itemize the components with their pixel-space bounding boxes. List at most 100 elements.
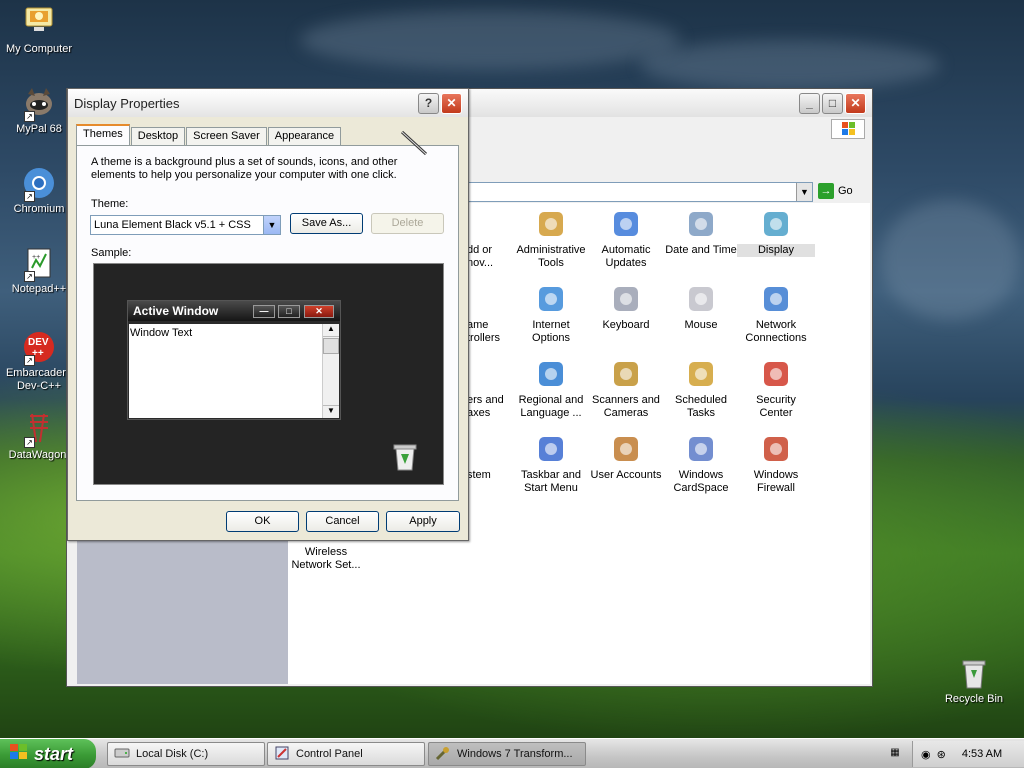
- control-panel-item-label: Date and Time: [665, 244, 737, 256]
- control-panel-item-label: Internet Options: [532, 319, 570, 344]
- control-panel-item[interactable]: Mouse: [662, 283, 740, 332]
- control-panel-item[interactable]: Windows Firewall: [737, 433, 815, 495]
- control-panel-item-label: Mouse: [684, 319, 718, 331]
- desktop-icon-recycle-bin[interactable]: Recycle Bin: [934, 656, 1014, 706]
- control-panel-item-label: Scanners and Cameras: [592, 394, 660, 419]
- control-panel-item[interactable]: Internet Options: [512, 283, 590, 345]
- chevron-down-icon[interactable]: ▼: [263, 216, 280, 234]
- security-icon[interactable]: ⊛: [937, 748, 946, 761]
- control-panel-item[interactable]: Date and Time: [662, 208, 740, 257]
- control-panel-item-icon: [760, 283, 792, 315]
- tab-appearance[interactable]: Appearance: [267, 127, 342, 145]
- theme-description: A theme is a background plus a set of so…: [91, 156, 398, 181]
- network-icon[interactable]: ◉: [921, 748, 931, 761]
- tab-desktop[interactable]: Desktop: [130, 127, 186, 145]
- control-panel-item-label: Scheduled Tasks: [675, 394, 727, 419]
- control-panel-item[interactable]: Security Center: [737, 358, 815, 420]
- help-button[interactable]: ?: [418, 92, 439, 114]
- dialog-titlebar[interactable]: Display Properties ? ✕: [68, 89, 468, 117]
- control-panel-item-icon: [760, 208, 792, 240]
- theme-label: Theme:: [91, 198, 129, 210]
- scroll-up-icon: ▲: [323, 324, 339, 337]
- system-tray: ◉ ⊛ 4:53 AM: [912, 741, 1024, 767]
- dev-cpp-icon: DEV ++ ↗: [22, 330, 56, 366]
- taskbar: start Local Disk (C:) Control Panel Wind…: [0, 738, 1024, 768]
- dialog-title: Display Properties: [74, 95, 180, 111]
- maximize-button[interactable]: □: [822, 92, 843, 114]
- minimize-button[interactable]: _: [799, 92, 820, 114]
- close-button[interactable]: ✕: [441, 92, 462, 114]
- theme-select[interactable]: Luna Element Black v5.1 + CSS ▼: [90, 215, 281, 235]
- control-panel-item[interactable]: Display: [737, 208, 815, 257]
- desktop-icon-my-computer[interactable]: My Computer: [0, 6, 79, 56]
- control-panel-item-icon: [685, 433, 717, 465]
- clock[interactable]: 4:53 AM: [962, 748, 1002, 760]
- windows-flag-icon: [831, 119, 865, 139]
- computer-icon: [22, 6, 56, 40]
- control-panel-item-label: Administrative Tools: [516, 244, 586, 269]
- control-panel-item-icon: [610, 358, 642, 390]
- control-panel-item-label: Display: [737, 244, 815, 257]
- address-bar[interactable]: ▼: [467, 182, 813, 202]
- control-panel-item[interactable]: Regional and Language ...: [512, 358, 590, 420]
- go-button[interactable]: → Go: [818, 183, 853, 199]
- tab-themes[interactable]: Themes: [76, 124, 130, 145]
- control-panel-item[interactable]: Scanners and Cameras: [587, 358, 665, 420]
- control-panel-item-icon: [535, 433, 567, 465]
- scrollbar: ▲ ▼: [322, 324, 339, 418]
- control-panel-item[interactable]: Windows CardSpace: [662, 433, 740, 495]
- sample-active-window: Active Window — □ ✕ Window Text ▲ ▼: [127, 300, 341, 420]
- taskbar-item-control-panel[interactable]: Control Panel: [267, 742, 425, 766]
- control-panel-item-label: User Accounts: [590, 469, 662, 481]
- go-arrow-icon: →: [818, 183, 834, 199]
- taskbar-item-windows-7-transform[interactable]: Windows 7 Transform...: [428, 742, 586, 766]
- tray-expand-icon[interactable]: ▦: [888, 747, 902, 761]
- control-panel-item-icon: [610, 433, 642, 465]
- scroll-down-icon: ▼: [323, 405, 339, 418]
- svg-text:DEV: DEV: [28, 337, 49, 348]
- raccoon-icon: ↗: [22, 86, 56, 122]
- chevron-down-icon[interactable]: ▼: [796, 183, 812, 201]
- maximize-icon: □: [278, 305, 300, 318]
- control-panel-item[interactable]: Network Connections: [737, 283, 815, 345]
- taskbar-item-local-disk[interactable]: Local Disk (C:): [107, 742, 265, 766]
- chromium-icon: ↗: [22, 166, 56, 202]
- control-panel-item-label: Taskbar and Start Menu: [521, 469, 581, 494]
- apply-button[interactable]: Apply: [386, 511, 460, 532]
- svg-text:++: ++: [32, 254, 40, 261]
- mouse-cursor-icon: [400, 130, 430, 163]
- tab-strip: Themes Desktop Screen Saver Appearance: [76, 124, 342, 145]
- control-panel-item-label: Network Connections: [745, 319, 807, 344]
- control-panel-item[interactable]: Administrative Tools: [512, 208, 590, 270]
- control-panel-item[interactable]: Taskbar and Start Menu: [512, 433, 590, 495]
- ok-button[interactable]: OK: [226, 511, 299, 532]
- datawagon-icon: ↗: [22, 412, 56, 448]
- control-panel-item-icon: [685, 358, 717, 390]
- sample-window-titlebar: Active Window — □ ✕: [128, 301, 340, 321]
- save-as-button[interactable]: Save As...: [290, 213, 363, 234]
- delete-button[interactable]: Delete: [371, 213, 444, 234]
- close-button[interactable]: ✕: [845, 92, 866, 114]
- notepad-icon: ++ ↗: [22, 246, 56, 282]
- control-panel-item-icon: [535, 208, 567, 240]
- control-panel-item-label: Windows CardSpace: [673, 469, 729, 494]
- scroll-thumb: [323, 338, 339, 354]
- tool-icon: [435, 745, 451, 764]
- drive-icon: [114, 747, 130, 762]
- cancel-button[interactable]: Cancel: [306, 511, 379, 532]
- control-panel-item-label: Security Center: [756, 394, 796, 419]
- control-panel-item-icon: [685, 283, 717, 315]
- control-panel-item-label: Windows Firewall: [753, 469, 799, 494]
- control-panel-item[interactable]: Automatic Updates: [587, 208, 665, 270]
- control-panel-item[interactable]: Scheduled Tasks: [662, 358, 740, 420]
- control-panel-item-icon: [610, 283, 642, 315]
- cloud: [300, 10, 680, 70]
- start-button[interactable]: start: [0, 739, 96, 768]
- control-panel-item-label: Automatic Updates: [601, 244, 651, 269]
- control-panel-item[interactable]: Keyboard: [587, 283, 665, 332]
- cloud: [640, 40, 940, 90]
- control-panel-icon: [274, 745, 290, 764]
- sample-label: Sample:: [91, 247, 132, 259]
- control-panel-item[interactable]: User Accounts: [587, 433, 665, 482]
- tab-screen-saver[interactable]: Screen Saver: [186, 127, 267, 145]
